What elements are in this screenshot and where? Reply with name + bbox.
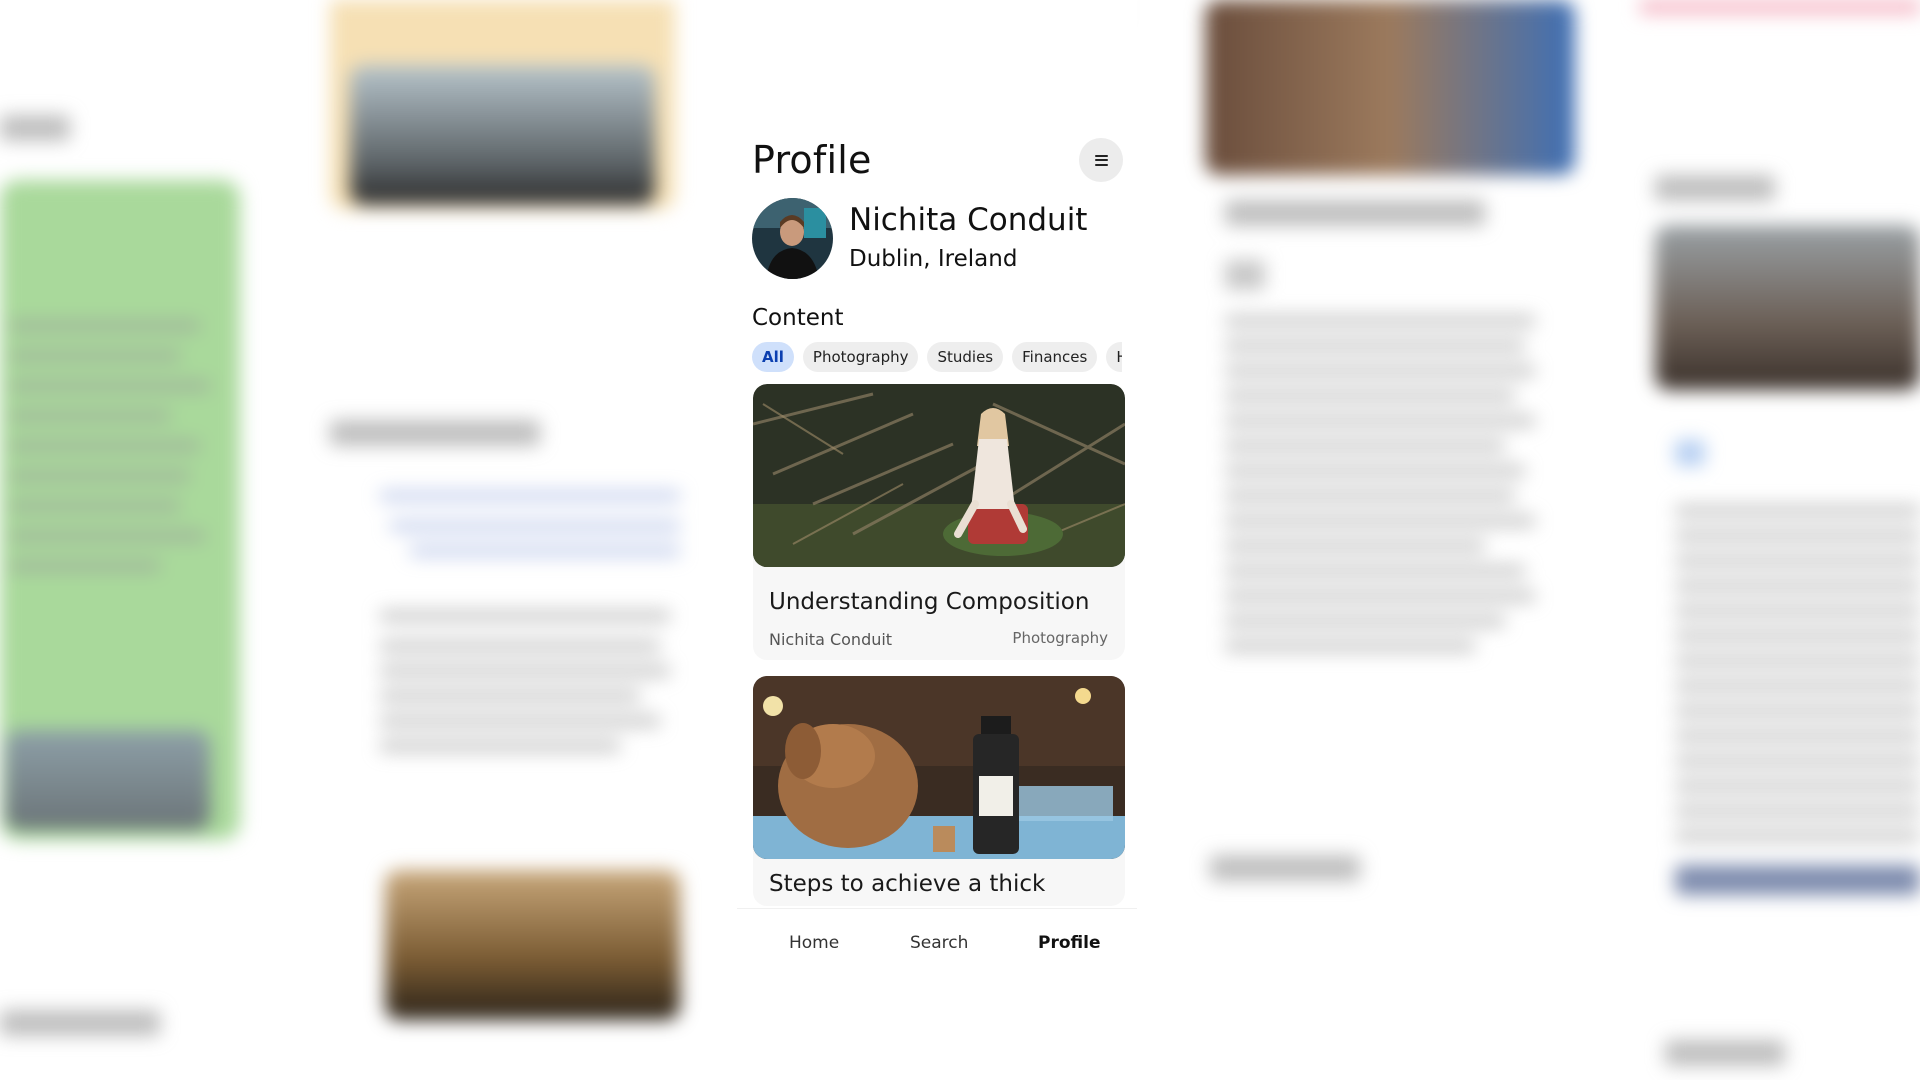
tab-search[interactable]: Search [910,933,968,953]
tab-profile[interactable]: Profile [1038,933,1100,953]
avatar[interactable] [752,198,833,279]
content-section-title: Content [752,305,844,331]
card-image-plush-dog [753,676,1125,859]
avatar-photo [752,198,833,279]
card-title: Understanding Composition [769,589,1090,615]
user-location: Dublin, Ireland [849,246,1018,272]
filter-chips: All Photography Studies Finances He [752,342,1122,372]
tab-home[interactable]: Home [789,933,839,953]
card-title: Steps to achieve a thick [769,871,1046,897]
card-author: Nichita Conduit [769,630,893,649]
card-image-forest [753,384,1125,567]
app-stage: Profile Nichita Conduit Dublin, Ireland … [0,0,1920,1080]
menu-button[interactable] [1079,138,1123,182]
filter-chip-finances[interactable]: Finances [1012,342,1098,372]
page-title: Profile [752,138,872,182]
content-card[interactable]: Steps to achieve a thick [753,676,1125,906]
top-fade [737,0,1137,95]
bottom-tab-bar: Home Search Profile [737,908,1137,978]
card-category: Photography [1012,629,1108,647]
user-name: Nichita Conduit [849,202,1088,238]
filter-chip-truncated[interactable]: He [1106,342,1122,372]
filter-chip-photography[interactable]: Photography [802,342,919,372]
filter-chip-all[interactable]: All [752,342,794,372]
hamburger-menu-icon [1094,154,1108,166]
content-card[interactable]: Understanding Composition Nichita Condui… [753,384,1125,660]
profile-screen: Profile Nichita Conduit Dublin, Ireland … [737,0,1137,1080]
filter-chip-studies[interactable]: Studies [927,342,1004,372]
